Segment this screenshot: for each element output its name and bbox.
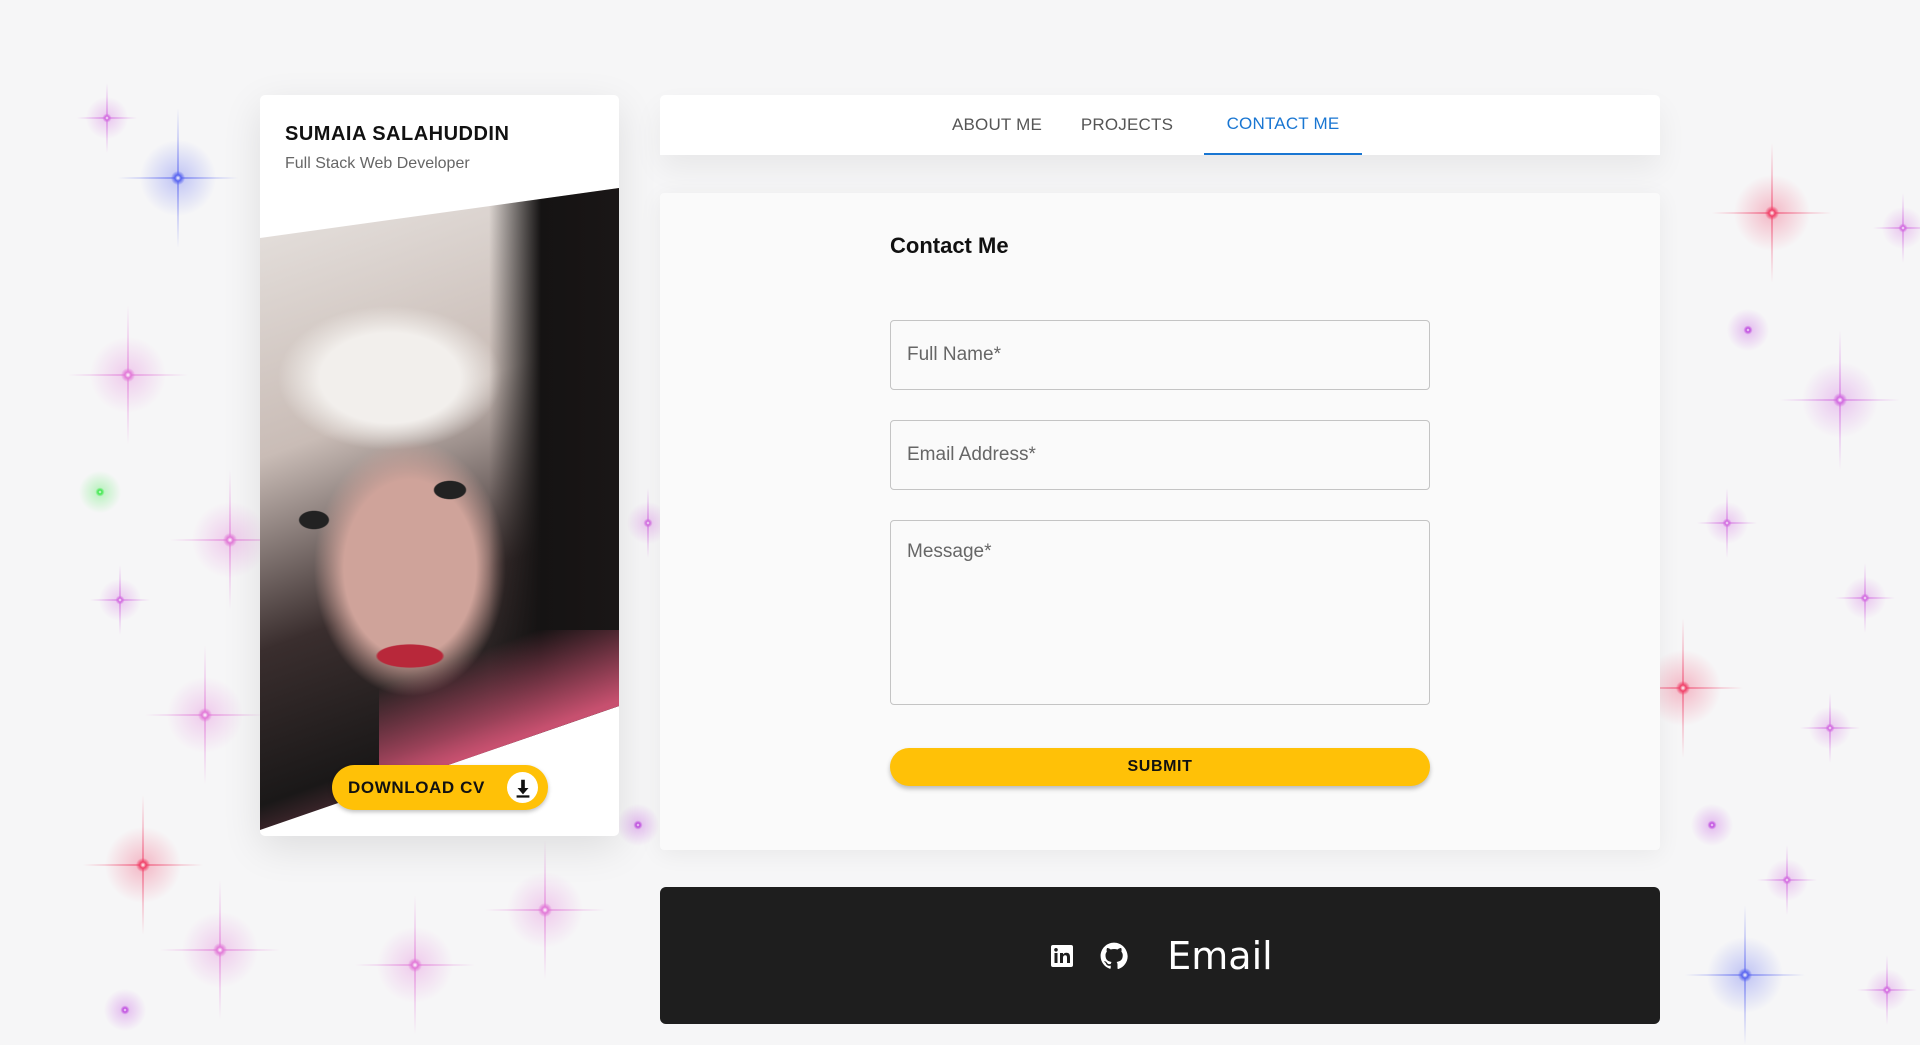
profile-role: Full Stack Web Developer — [285, 155, 470, 172]
footer-email-link[interactable]: Email — [1167, 934, 1272, 978]
sparkle — [355, 895, 475, 1035]
sparkle — [1685, 905, 1805, 1045]
sparkle — [1723, 305, 1773, 355]
tab-contact-me[interactable]: CONTACT ME — [1204, 95, 1362, 155]
sparkle — [1873, 193, 1920, 263]
sparkle — [1835, 563, 1895, 633]
download-cv-button[interactable]: DOWNLOAD CV — [332, 765, 548, 810]
main-column: ABOUT ME PROJECTS CONTACT ME Contact Me … — [660, 95, 1660, 1024]
download-icon — [507, 772, 538, 803]
email-input[interactable] — [890, 420, 1430, 490]
profile-card: SUMAIA SALAHUDDIN Full Stack Web Develop… — [260, 95, 619, 836]
sparkle — [613, 800, 663, 850]
linkedin-icon[interactable] — [1047, 941, 1077, 971]
sparkle — [1623, 618, 1743, 758]
contact-title: Contact Me — [890, 233, 1009, 258]
sparkle — [1697, 488, 1757, 558]
footer-bar: Email — [660, 887, 1660, 1024]
sparkle — [77, 83, 137, 153]
sparkle — [170, 470, 290, 610]
full-name-input[interactable] — [890, 320, 1430, 390]
message-textarea[interactable] — [890, 520, 1430, 705]
sparkle — [68, 305, 188, 445]
sparkle — [75, 467, 125, 517]
tab-projects[interactable]: PROJECTS — [1069, 95, 1185, 155]
tab-about-me[interactable]: ABOUT ME — [936, 95, 1058, 155]
sparkle — [1800, 693, 1860, 763]
sparkle — [145, 645, 265, 785]
sparkle — [1712, 143, 1832, 283]
sparkle — [1780, 330, 1900, 470]
sparkle — [90, 565, 150, 635]
github-icon[interactable] — [1099, 941, 1129, 971]
submit-button[interactable]: SUBMIT — [890, 748, 1430, 786]
tabs-bar: ABOUT ME PROJECTS CONTACT ME — [660, 95, 1660, 155]
sparkle — [100, 985, 150, 1035]
sparkle — [485, 840, 605, 980]
sparkle — [623, 488, 673, 558]
sparkle — [1687, 800, 1737, 850]
sparkle — [118, 108, 238, 248]
sparkle — [1757, 845, 1817, 915]
sparkle — [1857, 955, 1917, 1025]
download-cv-label: DOWNLOAD CV — [348, 777, 485, 797]
contact-panel: Contact Me SUBMIT — [660, 193, 1660, 850]
sparkle — [160, 880, 280, 1020]
profile-photo — [260, 188, 619, 830]
profile-name: SUMAIA SALAHUDDIN — [285, 123, 510, 145]
sparkle — [83, 795, 203, 935]
